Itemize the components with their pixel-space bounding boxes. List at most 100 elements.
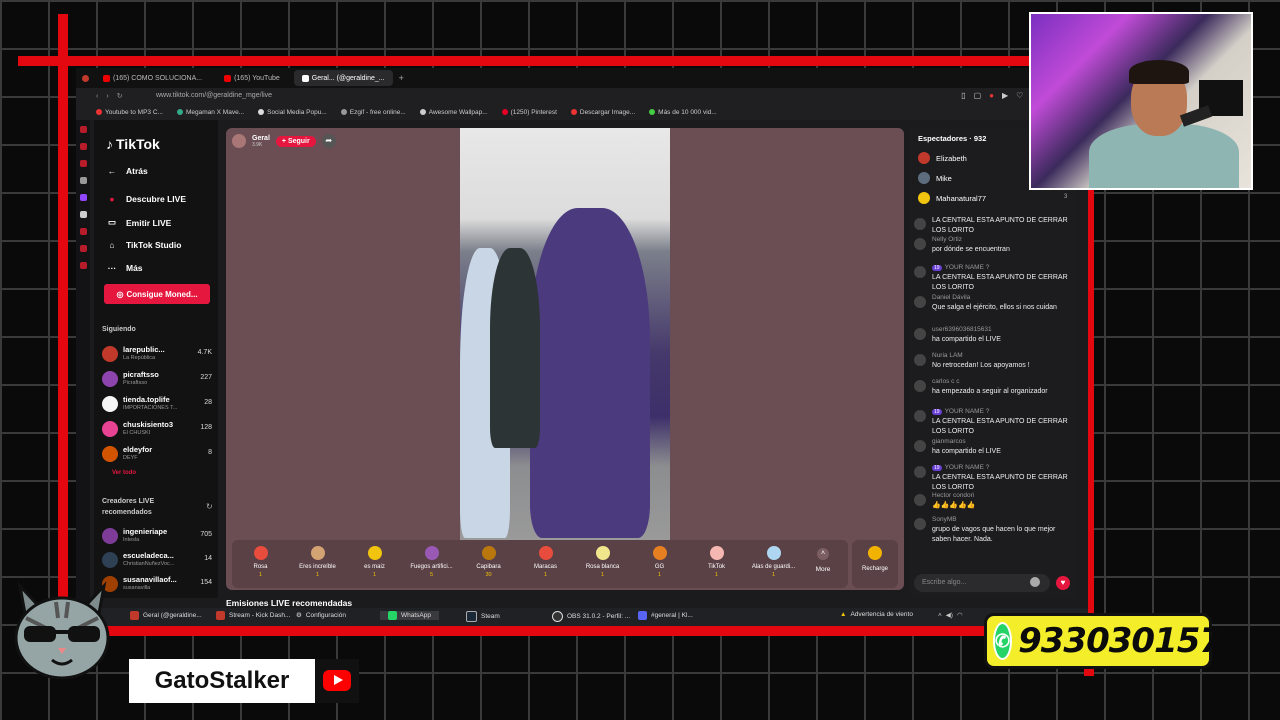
more-gifts-button[interactable]: ˄ More [808, 546, 838, 573]
tiktok-logo[interactable]: ♪ TikTok [106, 136, 160, 152]
taskbar-item[interactable]: Stream - Kick Dash... [216, 611, 290, 620]
reload-icon[interactable]: ↻ [117, 92, 123, 100]
bookmark-item[interactable]: Descargar Image... [570, 109, 635, 116]
follow-button[interactable]: + Seguir [275, 135, 316, 147]
taskbar-item[interactable]: Geral (@geraldine... [130, 611, 202, 620]
play-icon[interactable]: ▶ [1002, 91, 1008, 100]
following-section-title: Siguiendo [102, 326, 136, 333]
heart-icon[interactable]: ♡ [1016, 91, 1023, 100]
twitch-icon[interactable] [79, 194, 87, 201]
side-app-icon[interactable] [79, 177, 87, 184]
following-item[interactable]: eldeyfor DEYF 8 [102, 444, 214, 464]
spectator-item[interactable]: Mahanatural77 [918, 192, 986, 204]
gift-item[interactable]: es maiz 1 [346, 540, 403, 588]
bookmark-icon[interactable]: ▯ [961, 91, 965, 100]
viewer-count: 128 [200, 424, 212, 431]
live-video[interactable] [460, 128, 670, 540]
new-tab-button[interactable]: + [399, 73, 404, 83]
side-app-icon[interactable] [79, 245, 87, 252]
gift-item[interactable]: GG 1 [631, 540, 688, 588]
bookmark-item[interactable]: Megaman X Mave... [176, 109, 244, 116]
screenshot-icon[interactable]: ▢ [974, 91, 982, 100]
account-sub: Picraftsso [123, 380, 148, 386]
whatsapp-icon: ✆ [993, 622, 1013, 660]
gift-item[interactable]: Fuegos artifici... 5 [403, 540, 460, 588]
bookmark-favicon-icon [96, 109, 102, 115]
gift-name: Alas de guardi... [751, 564, 796, 570]
share-icon[interactable]: ➦ [321, 134, 336, 148]
viewer-count: 154 [200, 579, 212, 586]
tab-como-solucionar[interactable]: (165) COMO SOLUCIONA... [95, 70, 210, 86]
taskbar-item[interactable]: WhatsApp [380, 611, 439, 620]
live-icon: ● [109, 194, 115, 204]
bookmark-item[interactable]: (1250) Pinterest [501, 109, 557, 116]
emoji-icon[interactable] [1030, 577, 1040, 587]
recommended-item[interactable]: ingenieriape Intesla 705 [102, 526, 214, 546]
chat-username: 19 YOUR NAME ? [932, 264, 989, 271]
record-icon[interactable]: ● [989, 91, 994, 100]
nav-emit-live[interactable]: ▭ Emitir LIVE [106, 217, 171, 228]
tab-tiktok-live[interactable]: Geral... (@geraldine_... [293, 70, 393, 86]
side-app-icon[interactable] [79, 126, 87, 133]
url-field[interactable]: www.tiktok.com/@geraldine_mge/live [156, 92, 272, 99]
gift-item[interactable]: Rosa blanca 1 [574, 540, 631, 588]
gift-item[interactable]: TikTok 1 [688, 540, 745, 588]
side-app-icon[interactable] [79, 143, 87, 150]
gift-item[interactable]: Eres increíble 1 [289, 540, 346, 588]
side-app-icon[interactable] [79, 228, 87, 235]
bookmark-item[interactable]: Ezgif - free online... [340, 108, 406, 116]
forward-arrow-icon[interactable]: › [106, 93, 108, 100]
gift-item[interactable]: Capibara 30 [460, 540, 517, 588]
recharge-button[interactable]: Recharge [852, 540, 898, 588]
bookmark-label: Ezgif - free online... [349, 108, 406, 116]
host-avatar[interactable] [232, 134, 246, 148]
system-tray[interactable]: ˄ ◀) ◠ [938, 611, 963, 620]
chat-username: Hector condori [932, 492, 974, 499]
spectator-item[interactable]: Elizabeth [918, 152, 967, 164]
recommended-item[interactable]: susanavillaof... susanavilla 154 [102, 574, 214, 594]
refresh-icon[interactable]: ↻ [206, 502, 213, 511]
side-app-icon[interactable] [79, 262, 87, 269]
taskbar-item[interactable]: ⚙ Configuración [296, 611, 346, 620]
gift-icon [424, 546, 439, 560]
taskbar-label: #general | Kl... [651, 612, 693, 619]
taskbar-item[interactable]: #general | Kl... [638, 611, 693, 620]
following-item[interactable]: tienda.toplife IMPORTACIONES T... 28 [102, 394, 214, 414]
nav-more[interactable]: ··· Más [106, 263, 143, 273]
get-coins-button[interactable]: ◎ Consigue Moned... [104, 284, 210, 304]
recommended-item[interactable]: escueladeca... ChristianNuñezVoc... 14 [102, 550, 214, 570]
taskbar-item[interactable]: OBS 31.0.2 - Perfil: ... [552, 611, 630, 622]
account-sub: susanavilla [123, 585, 151, 591]
nav-discover-live[interactable]: ● Descubre LIVE [106, 194, 186, 204]
gift-item[interactable]: Alas de guardi... 1 [745, 540, 802, 588]
chat-username: Nelly Ortiz [932, 236, 962, 243]
tab-youtube[interactable]: (165) YouTube [216, 70, 288, 86]
gift-item[interactable]: Rosa 1 [232, 540, 289, 588]
heart-icon[interactable]: ♥ [1056, 576, 1070, 590]
taskbar-item[interactable]: Steam [466, 611, 500, 622]
back-arrow-icon[interactable]: ‹ [96, 93, 98, 100]
nav-label: TikTok Studio [126, 240, 182, 250]
following-item[interactable]: larepublic... La República 4.7K [102, 344, 214, 364]
tiktok-icon [301, 74, 309, 82]
host-name: Geral [252, 134, 270, 142]
weather-alert[interactable]: ▲ Advertencia de viento [840, 611, 913, 618]
bookmark-item[interactable]: Social Media Popu... [258, 109, 327, 116]
nav-back[interactable]: ← Atrás [106, 166, 148, 176]
bookmark-item[interactable]: Youtube to MP3 C... [96, 109, 163, 116]
gift-item[interactable]: Maracas 1 [517, 540, 574, 588]
nav-tiktok-studio[interactable]: ⌂ TikTok Studio [106, 240, 181, 250]
bookmark-favicon-icon [340, 109, 347, 115]
following-item[interactable]: picraftsso Picraftsso 227 [102, 369, 214, 389]
bookmark-item[interactable]: Más de 10 000 vid... [649, 109, 717, 116]
following-item[interactable]: chuskisiento3 El CHUSKI 128 [102, 419, 214, 439]
bookmark-favicon-icon [258, 109, 265, 115]
spectators-header: Espectadores · 932 [918, 134, 987, 143]
side-app-icon[interactable] [79, 160, 87, 167]
spectator-item[interactable]: Mike [918, 172, 952, 184]
bookmark-label: Youtube to MP3 C... [105, 108, 163, 116]
see-all-link[interactable]: Ver todo [112, 470, 136, 476]
bookmark-item[interactable]: Awesome Wallpap... [419, 109, 488, 116]
x-icon[interactable] [79, 211, 87, 218]
avatar [914, 354, 926, 366]
